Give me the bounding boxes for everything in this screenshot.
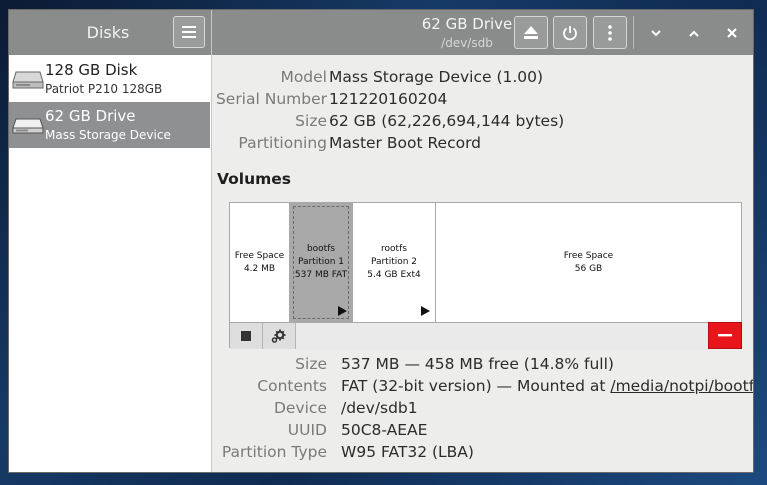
partition-size-value: 537 MB — 458 MB free (14.8% full) (341, 355, 614, 373)
usb-drive-icon (12, 118, 44, 134)
partition-free-space-2[interactable]: Free Space 56 GB (436, 203, 741, 322)
partition-line2: Partition 1 (297, 257, 345, 267)
stop-icon (241, 331, 251, 341)
partition-line2: 56 GB (574, 264, 603, 274)
drive-options-button[interactable] (593, 16, 627, 49)
disk-subtitle: Mass Storage Device (45, 128, 171, 142)
mounted-play-icon (338, 306, 347, 316)
partition-free-space-1[interactable]: Free Space 4.2 MB (230, 203, 290, 322)
minimize-button[interactable] (643, 20, 669, 46)
stop-unmount-button[interactable] (230, 323, 263, 349)
eject-button[interactable] (514, 16, 548, 49)
device-label: Device (273, 399, 327, 417)
header-separator (633, 16, 634, 49)
partition-settings-button[interactable] (263, 323, 296, 349)
partition-bootfs[interactable]: bootfs Partition 1 537 MB FAT (290, 203, 353, 322)
hard-disk-icon (12, 71, 44, 89)
mounted-play-icon (421, 306, 430, 316)
device-value: /dev/sdb1 (341, 399, 418, 417)
kebab-menu-icon (608, 24, 612, 41)
disk-name: 128 GB Disk (45, 61, 138, 79)
uuid-value: 50C8-AEAE (341, 421, 428, 439)
main-header: 62 GB Drive /dev/sdb (212, 10, 753, 55)
delete-partition-button[interactable] (708, 322, 742, 349)
minus-icon (718, 334, 732, 337)
hamburger-icon (182, 26, 196, 38)
sidebar-header: Disks (9, 10, 211, 55)
model-value: Mass Storage Device (1.00) (329, 68, 544, 86)
serial-number-value: 121220160204 (329, 90, 448, 108)
partition-line3: 537 MB FAT (294, 270, 348, 280)
disk-name: 62 GB Drive (45, 107, 136, 125)
disk-item-128gb[interactable]: 128 GB Disk Patriot P210 128GB (9, 56, 210, 102)
partition-line1: bootfs (306, 244, 336, 254)
contents-text: FAT (32-bit version) — Mounted at (341, 377, 611, 395)
volume-toolbar (230, 322, 742, 349)
close-button[interactable] (719, 20, 745, 46)
partition-line1: Free Space (563, 251, 614, 261)
model-label: Model (280, 68, 327, 86)
hamburger-menu-button[interactable] (173, 16, 205, 48)
size-value: 62 GB (62,226,694,144 bytes) (329, 112, 565, 130)
partition-type-label: Partition Type (221, 443, 327, 461)
close-icon (727, 28, 737, 38)
minimize-icon (651, 29, 661, 36)
serial-number-label: Serial Number (215, 90, 327, 108)
disks-window: Disks 128 GB Disk Patriot P210 128GB 62 … (8, 9, 754, 473)
partition-size-label: Size (295, 355, 327, 373)
size-label: Size (295, 112, 327, 130)
volumes-heading: Volumes (217, 170, 292, 188)
eject-icon (524, 26, 538, 39)
mount-point-link[interactable]: /media/notpi/bootfs (610, 377, 753, 395)
uuid-label: UUID (287, 421, 327, 439)
contents-label: Contents (257, 377, 327, 395)
volume-map: Free Space 4.2 MB bootfs Partition 1 537… (229, 202, 742, 349)
disk-subtitle: Patriot P210 128GB (45, 82, 163, 96)
partitioning-label: Partitioning (238, 134, 327, 152)
partitioning-value: Master Boot Record (329, 134, 482, 152)
contents-value: FAT (32-bit version) — Mounted at /media… (341, 377, 753, 395)
partition-line3: 5.4 GB Ext4 (367, 270, 421, 280)
gears-icon (271, 329, 286, 343)
partition-line1: Free Space (234, 251, 285, 261)
disk-item-62gb[interactable]: 62 GB Drive Mass Storage Device (9, 102, 210, 148)
partition-type-value: W95 FAT32 (LBA) (341, 443, 474, 461)
maximize-icon (689, 30, 699, 37)
partition-line1: rootfs (381, 244, 407, 254)
partition-rootfs[interactable]: rootfs Partition 2 5.4 GB Ext4 (353, 203, 436, 322)
maximize-button[interactable] (681, 20, 707, 46)
power-icon (563, 25, 577, 40)
partition-line2: 4.2 MB (243, 264, 276, 274)
partition-line2: Partition 2 (370, 257, 418, 267)
power-off-button[interactable] (553, 16, 587, 49)
sidebar: Disks 128 GB Disk Patriot P210 128GB 62 … (9, 10, 212, 472)
